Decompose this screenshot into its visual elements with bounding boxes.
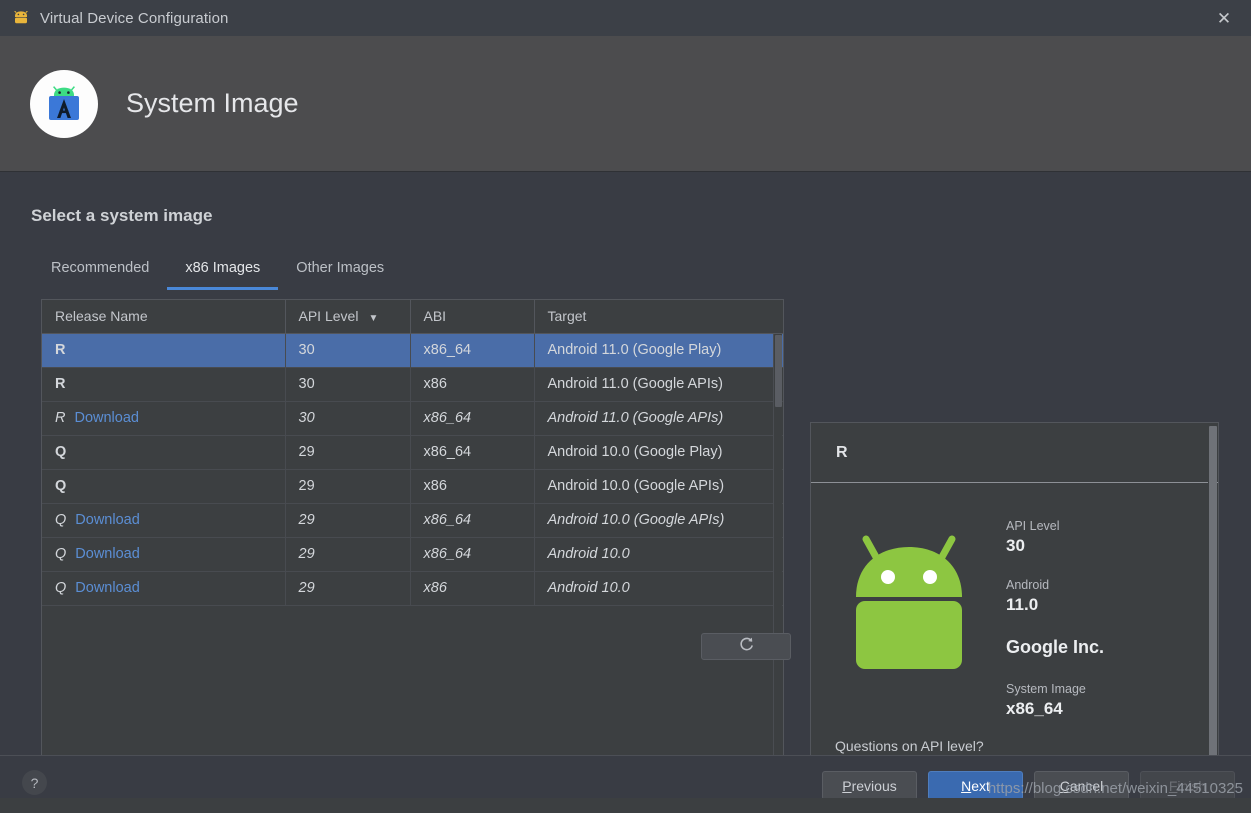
cell-target: Android 11.0 (Google APIs) — [534, 367, 783, 402]
android-version-value: 11.0 — [1006, 595, 1039, 614]
cell-api-level: 29 — [285, 571, 411, 606]
help-button[interactable]: ? — [22, 770, 47, 795]
refresh-button[interactable] — [701, 633, 791, 660]
table-scrollbar[interactable] — [773, 334, 782, 784]
detail-title-bar: R — [811, 423, 1218, 483]
cell-abi: x86_64 — [410, 401, 535, 436]
cancel-button[interactable]: Cancel — [1034, 771, 1129, 800]
cell-target: Android 10.0 (Google APIs) — [534, 503, 783, 538]
download-link[interactable]: Download — [75, 512, 140, 528]
cell-release-name: Q Download — [42, 503, 286, 538]
system-image-value: x86_64 — [1006, 699, 1063, 718]
cell-abi: x86 — [410, 571, 535, 606]
next-button[interactable]: Next — [928, 771, 1023, 800]
android-studio-logo-icon — [30, 69, 98, 138]
table-row[interactable]: Q 29 x86_64 Android 10.0 (Google Play) — [42, 435, 783, 470]
section-title: Select a system image — [31, 206, 213, 225]
virtual-device-configuration-dialog: Virtual Device Configuration ✕ System Im… — [0, 0, 1251, 813]
tab-recommended[interactable]: Recommended — [33, 254, 167, 290]
api-level-label: API Level — [1006, 519, 1060, 533]
android-version-label: Android — [1006, 578, 1050, 592]
tab-other-images[interactable]: Other Images — [278, 254, 402, 290]
detail-content: API Level 30 Android 11.0 Google Inc. Sy… — [811, 483, 1218, 741]
window-titlebar: Virtual Device Configuration ✕ — [0, 0, 1251, 36]
android-head-icon — [12, 11, 30, 25]
cell-api-level: 30 — [285, 367, 411, 402]
column-header-release-name[interactable]: Release Name — [42, 300, 286, 334]
table-row[interactable]: R 30 x86_64 Android 11.0 (Google Play) — [42, 333, 783, 368]
column-header-abi[interactable]: ABI — [410, 300, 535, 334]
footer-button-row: Previous Next Cancel Finish — [822, 771, 1235, 800]
detail-fields: API Level 30 Android 11.0 Google Inc. Sy… — [1006, 505, 1104, 741]
finish-button: Finish — [1140, 771, 1235, 800]
download-link[interactable]: Download — [75, 580, 140, 596]
table-row[interactable]: R 30 x86 Android 11.0 (Google APIs) — [42, 367, 783, 402]
cell-target: Android 11.0 (Google Play) — [534, 333, 783, 368]
cell-target: Android 10.0 — [534, 537, 783, 572]
download-link[interactable]: Download — [75, 546, 140, 562]
table-header-row: Release Name API Level ▼ ABI Target — [42, 300, 783, 334]
cell-api-level: 29 — [285, 469, 411, 504]
refresh-icon — [738, 636, 755, 658]
cell-target: Android 10.0 (Google APIs) — [534, 469, 783, 504]
tab-x86-images[interactable]: x86 Images — [167, 254, 279, 290]
image-source-tabs: Recommended x86 Images Other Images — [33, 254, 402, 290]
cell-api-level: 29 — [285, 537, 411, 572]
table-row[interactable]: Q Download 29 x86_64 Android 10.0 — [42, 537, 783, 572]
cell-target: Android 10.0 (Google Play) — [534, 435, 783, 470]
table-row[interactable]: Q Download 29 x86_64 Android 10.0 (Google… — [42, 503, 783, 538]
bottom-strip — [0, 798, 1251, 813]
vendor-value: Google Inc. — [1006, 637, 1105, 657]
cell-release-name: R — [42, 333, 286, 368]
cell-release-name: Q — [42, 469, 286, 504]
next-button-label-rest: ext — [971, 777, 990, 794]
cell-release-name: R — [42, 367, 286, 402]
download-link[interactable]: Download — [74, 410, 139, 426]
cell-abi: x86_64 — [410, 503, 535, 538]
cell-abi: x86 — [410, 469, 535, 504]
close-icon[interactable]: ✕ — [1211, 8, 1237, 28]
cell-release-name: Q — [42, 435, 286, 470]
cell-release-name: R Download — [42, 401, 286, 436]
api-question-line: Questions on API level? — [835, 738, 984, 754]
cell-api-level: 30 — [285, 333, 411, 368]
finish-button-label-rest: inish — [1177, 777, 1207, 794]
cell-api-level: 29 — [285, 503, 411, 538]
previous-button[interactable]: Previous — [822, 771, 917, 800]
cell-target: Android 11.0 (Google APIs) — [534, 401, 783, 436]
previous-button-label-rest: revious — [851, 777, 897, 794]
table-row[interactable]: Q 29 x86 Android 10.0 (Google APIs) — [42, 469, 783, 504]
column-header-api-level[interactable]: API Level ▼ — [285, 300, 411, 334]
dialog-body: Select a system image Recommended x86 Im… — [0, 172, 1251, 813]
system-image-table: Release Name API Level ▼ ABI Target R 30 … — [41, 299, 784, 786]
api-level-value: 30 — [1006, 536, 1025, 555]
table-row[interactable]: R Download 30 x86_64 Android 11.0 (Google… — [42, 401, 783, 436]
cell-target: Android 10.0 — [534, 571, 783, 606]
cell-abi: x86_64 — [410, 537, 535, 572]
system-image-label: System Image — [1006, 682, 1086, 696]
android-mascot-icon — [811, 505, 1006, 741]
table-row[interactable]: Q Download 29 x86 Android 10.0 — [42, 571, 783, 606]
dialog-header: System Image — [0, 36, 1251, 172]
cancel-button-label-rest: ancel — [1069, 777, 1104, 794]
window-title: Virtual Device Configuration — [40, 9, 229, 27]
cell-abi: x86_64 — [410, 435, 535, 470]
cell-abi: x86 — [410, 367, 535, 402]
cell-api-level: 30 — [285, 401, 411, 436]
sort-descending-icon: ▼ — [368, 313, 379, 325]
detail-title: R — [836, 443, 848, 461]
column-header-target[interactable]: Target — [534, 300, 783, 334]
cell-abi: x86_64 — [410, 333, 535, 368]
table-scrollbar-thumb[interactable] — [775, 335, 782, 407]
page-title: System Image — [126, 88, 299, 118]
cell-release-name: Q Download — [42, 571, 286, 606]
cell-api-level: 29 — [285, 435, 411, 470]
cell-release-name: Q Download — [42, 537, 286, 572]
